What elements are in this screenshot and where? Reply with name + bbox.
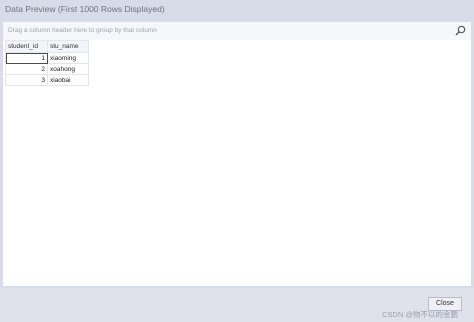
data-grid[interactable]: student_id stu_name 1 xiaoming 2 xoahong… xyxy=(3,40,471,286)
table-row[interactable]: 2 xoahong xyxy=(5,63,89,75)
group-by-hint: Drag a column header here to group by th… xyxy=(8,27,157,34)
table-row[interactable]: 1 xiaoming xyxy=(5,52,89,64)
group-by-panel[interactable]: Drag a column header here to group by th… xyxy=(3,22,471,41)
window-title: Data Preview (First 1000 Rows Displayed) xyxy=(5,4,165,14)
data-preview-window: Data Preview (First 1000 Rows Displayed)… xyxy=(0,0,474,322)
column-header-stu-name[interactable]: stu_name xyxy=(47,40,89,53)
cell-student-id[interactable]: 1 xyxy=(5,52,48,64)
cell-stu-name[interactable]: xoahong xyxy=(47,63,89,75)
title-bar[interactable]: Data Preview (First 1000 Rows Displayed) xyxy=(0,0,474,20)
cell-student-id[interactable]: 3 xyxy=(5,74,48,86)
cell-student-id[interactable]: 2 xyxy=(5,63,48,75)
column-header-student-id[interactable]: student_id xyxy=(5,40,48,53)
watermark-text: CSDN @物不以的金鹏 xyxy=(382,310,458,319)
table-row[interactable]: 3 xiaobai xyxy=(5,74,89,86)
cell-stu-name[interactable]: xiaoming xyxy=(47,52,89,64)
cell-stu-name[interactable]: xiaobai xyxy=(47,74,89,86)
header-row: student_id stu_name xyxy=(5,40,89,53)
data-table: student_id stu_name 1 xiaoming 2 xoahong… xyxy=(5,40,89,86)
search-icon[interactable] xyxy=(455,25,466,36)
